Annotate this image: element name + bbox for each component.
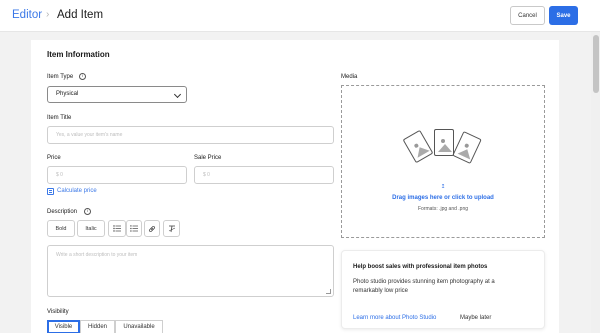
italic-button[interactable]: Italic — [77, 220, 105, 237]
top-bar: Editor › Add Item Cancel Save — [0, 0, 600, 32]
bullet-list-button[interactable] — [108, 220, 126, 237]
item-type-label: Item Type — [47, 74, 74, 80]
visibility-label: Visibility — [47, 309, 69, 315]
clear-format-icon — [168, 225, 175, 232]
breadcrumb-separator-icon: › — [46, 9, 50, 20]
resize-handle-icon[interactable] — [326, 289, 331, 294]
sale-price-label: Sale Price — [194, 155, 222, 161]
photo-placeholder-icon — [452, 131, 482, 164]
learn-more-link[interactable]: Learn more about Photo Studio — [353, 315, 436, 321]
bold-button[interactable]: Bold — [47, 220, 75, 237]
photo-studio-promo: Help boost sales with professional item … — [341, 250, 545, 329]
cancel-button[interactable]: Cancel — [510, 6, 545, 25]
description-label: Description — [47, 209, 78, 215]
section-title: Item Information — [47, 50, 110, 59]
calculate-price-label: Calculate price — [57, 188, 97, 194]
promo-body: Photo studio provides stunning item phot… — [353, 279, 495, 294]
media-formats-text: Formats: .jpg and .png — [417, 206, 469, 212]
bullet-list-icon — [113, 225, 121, 232]
visibility-option-hidden[interactable]: Hidden — [80, 320, 115, 333]
media-dropzone[interactable]: ↥ Drag images here or click to upload Fo… — [341, 85, 545, 238]
maybe-later-button[interactable]: Maybe later — [460, 315, 491, 321]
description-placeholder: Write a short description to your item — [56, 252, 138, 258]
clear-format-button[interactable] — [163, 220, 180, 237]
calculator-icon — [47, 188, 54, 195]
media-upload-text[interactable]: Drag images here or click to upload — [342, 195, 544, 201]
photo-placeholder-icon — [434, 129, 454, 156]
item-title-label: Item Title — [47, 115, 72, 121]
promo-title: Help boost sales with professional item … — [353, 264, 488, 270]
breadcrumb-editor-link[interactable]: Editor — [12, 9, 42, 21]
photo-placeholder-icon — [402, 129, 434, 164]
visibility-option-unavailable[interactable]: Unavailable — [115, 320, 163, 333]
page-title: Add Item — [57, 9, 104, 21]
link-button[interactable] — [144, 220, 160, 237]
upload-icon: ↥ — [440, 184, 446, 190]
item-type-info-icon[interactable]: i — [79, 73, 86, 80]
page-scrollbar-thumb[interactable] — [593, 35, 599, 93]
save-button[interactable]: Save — [549, 6, 578, 25]
visibility-option-visible[interactable]: Visible — [47, 320, 80, 333]
item-title-placeholder: Yes, a value your item's name — [56, 132, 123, 138]
chevron-down-icon — [173, 90, 182, 99]
description-textarea[interactable]: Write a short description to your item — [47, 245, 334, 297]
numbered-list-icon — [130, 225, 138, 232]
item-type-select[interactable]: Physical — [47, 86, 187, 103]
media-label: Media — [341, 74, 358, 80]
price-input[interactable]: $ 0 — [47, 166, 187, 184]
sale-price-input[interactable]: $ 0 — [194, 166, 334, 184]
link-icon — [149, 225, 155, 232]
sale-price-placeholder: $ 0 — [203, 172, 210, 178]
description-info-icon[interactable]: i — [84, 208, 91, 215]
numbered-list-button[interactable] — [126, 220, 142, 237]
item-title-input[interactable]: Yes, a value your item's name — [47, 126, 334, 144]
price-label: Price — [47, 155, 61, 161]
price-placeholder: $ 0 — [56, 172, 63, 178]
item-type-value: Physical — [56, 91, 79, 97]
